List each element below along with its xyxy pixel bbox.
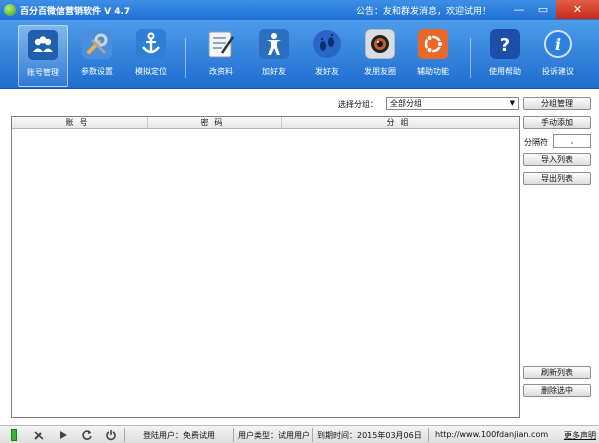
camera-icon — [365, 29, 395, 59]
tool-label: 改资料 — [209, 67, 233, 76]
status-divider — [428, 428, 429, 442]
footprints-icon — [312, 29, 342, 59]
tool-label: 加好友 — [262, 67, 286, 76]
toolbar: 账号管理 参数设置 模拟定位 改资料 加好友 发好友 发朋友圈 辅助功能 ? 使… — [0, 20, 599, 89]
maximize-button[interactable]: ▭ — [532, 0, 554, 19]
ubuntu-icon — [418, 29, 448, 59]
tool-label: 模拟定位 — [135, 67, 167, 76]
tool-feedback[interactable]: i 投诉建议 — [533, 25, 583, 87]
status-divider — [124, 428, 125, 442]
status-indicator — [11, 429, 17, 441]
tool-label: 投诉建议 — [542, 67, 574, 76]
svg-text:?: ? — [500, 35, 510, 56]
status-divider — [233, 428, 234, 442]
account-table[interactable]: 账号 密码 分组 — [11, 116, 520, 418]
tool-send-moments[interactable]: 发朋友圈 — [355, 25, 405, 87]
expire-time-text: 到期时间：2015年03月06日 — [317, 431, 422, 440]
tools-icon[interactable] — [33, 429, 45, 441]
info-icon: i — [543, 29, 573, 59]
main-panel: 选择分组： 全部分组 ▼ 账号 密码 分组 分组管理 手动添加 分隔符 , 导入… — [0, 89, 599, 425]
tool-assist[interactable]: 辅助功能 — [408, 25, 458, 87]
svg-text:i: i — [555, 35, 561, 54]
tool-edit-profile[interactable]: 改资料 — [196, 25, 246, 87]
power-icon[interactable] — [105, 429, 117, 441]
tool-account-manage[interactable]: 账号管理 — [18, 25, 68, 87]
toolbar-divider — [470, 38, 471, 78]
group-select-value: 全部分组 — [390, 99, 422, 108]
more-statement-link[interactable]: 更多声明 — [564, 430, 596, 441]
group-select-label: 选择分组： — [338, 100, 378, 109]
minimize-button[interactable]: — — [508, 0, 530, 19]
tool-settings[interactable]: 参数设置 — [72, 25, 122, 87]
table-header: 账号 密码 分组 — [12, 117, 519, 129]
status-divider — [312, 428, 313, 442]
separator-label: 分隔符 — [524, 138, 548, 147]
play-icon[interactable] — [57, 429, 69, 441]
add-friend-icon — [259, 29, 289, 59]
delete-selected-button[interactable]: 删除选中 — [523, 384, 591, 397]
separator-input[interactable]: , — [553, 134, 591, 148]
column-header-password[interactable]: 密码 — [148, 117, 282, 128]
export-list-button[interactable]: 导出列表 — [523, 172, 591, 185]
tool-label: 发朋友圈 — [364, 67, 396, 76]
status-bar: 登陆用户：免费试用 用户类型：试用用户 到期时间：2015年03月06日 htt… — [0, 425, 599, 443]
chevron-down-icon: ▼ — [509, 99, 515, 107]
login-user-text: 登陆用户：免费试用 — [143, 431, 215, 440]
manual-add-button[interactable]: 手动添加 — [523, 116, 591, 129]
tool-label: 发好友 — [315, 67, 339, 76]
group-select[interactable]: 全部分组 ▼ — [386, 97, 519, 110]
wrench-icon — [82, 29, 112, 59]
tool-label: 辅助功能 — [417, 67, 449, 76]
notice-text: 公告：友和群发消息，欢迎试用！ — [356, 7, 492, 17]
website-link[interactable]: http://www.100fdanjian.com — [435, 430, 548, 439]
toolbar-divider — [185, 38, 186, 78]
tool-simulate-location[interactable]: 模拟定位 — [126, 25, 176, 87]
tool-label: 参数设置 — [81, 67, 113, 76]
refresh-list-button[interactable]: 刷新列表 — [523, 366, 591, 379]
help-icon: ? — [490, 29, 520, 59]
title-bar: 百分百微信营销软件 V 4.7 公告：友和群发消息，欢迎试用！ — ▭ ✕ — [0, 0, 599, 20]
app-logo-icon — [4, 4, 16, 16]
tool-help[interactable]: ? 使用帮助 — [480, 25, 530, 87]
tool-send-friend[interactable]: 发好友 — [302, 25, 352, 87]
close-button[interactable]: ✕ — [556, 0, 599, 19]
anchor-icon — [136, 29, 166, 59]
user-type-text: 用户类型：试用用户 — [238, 431, 310, 440]
users-icon — [28, 30, 58, 60]
tool-label: 使用帮助 — [489, 67, 521, 76]
column-header-account[interactable]: 账号 — [12, 117, 148, 128]
tool-add-friend[interactable]: 加好友 — [249, 25, 299, 87]
column-header-group[interactable]: 分组 — [282, 117, 519, 128]
tool-label: 账号管理 — [27, 68, 59, 77]
group-manage-button[interactable]: 分组管理 — [523, 97, 591, 110]
import-list-button[interactable]: 导入列表 — [523, 153, 591, 166]
app-title: 百分百微信营销软件 V 4.7 — [20, 7, 131, 17]
refresh-icon[interactable] — [81, 429, 93, 441]
edit-profile-icon — [206, 29, 236, 59]
